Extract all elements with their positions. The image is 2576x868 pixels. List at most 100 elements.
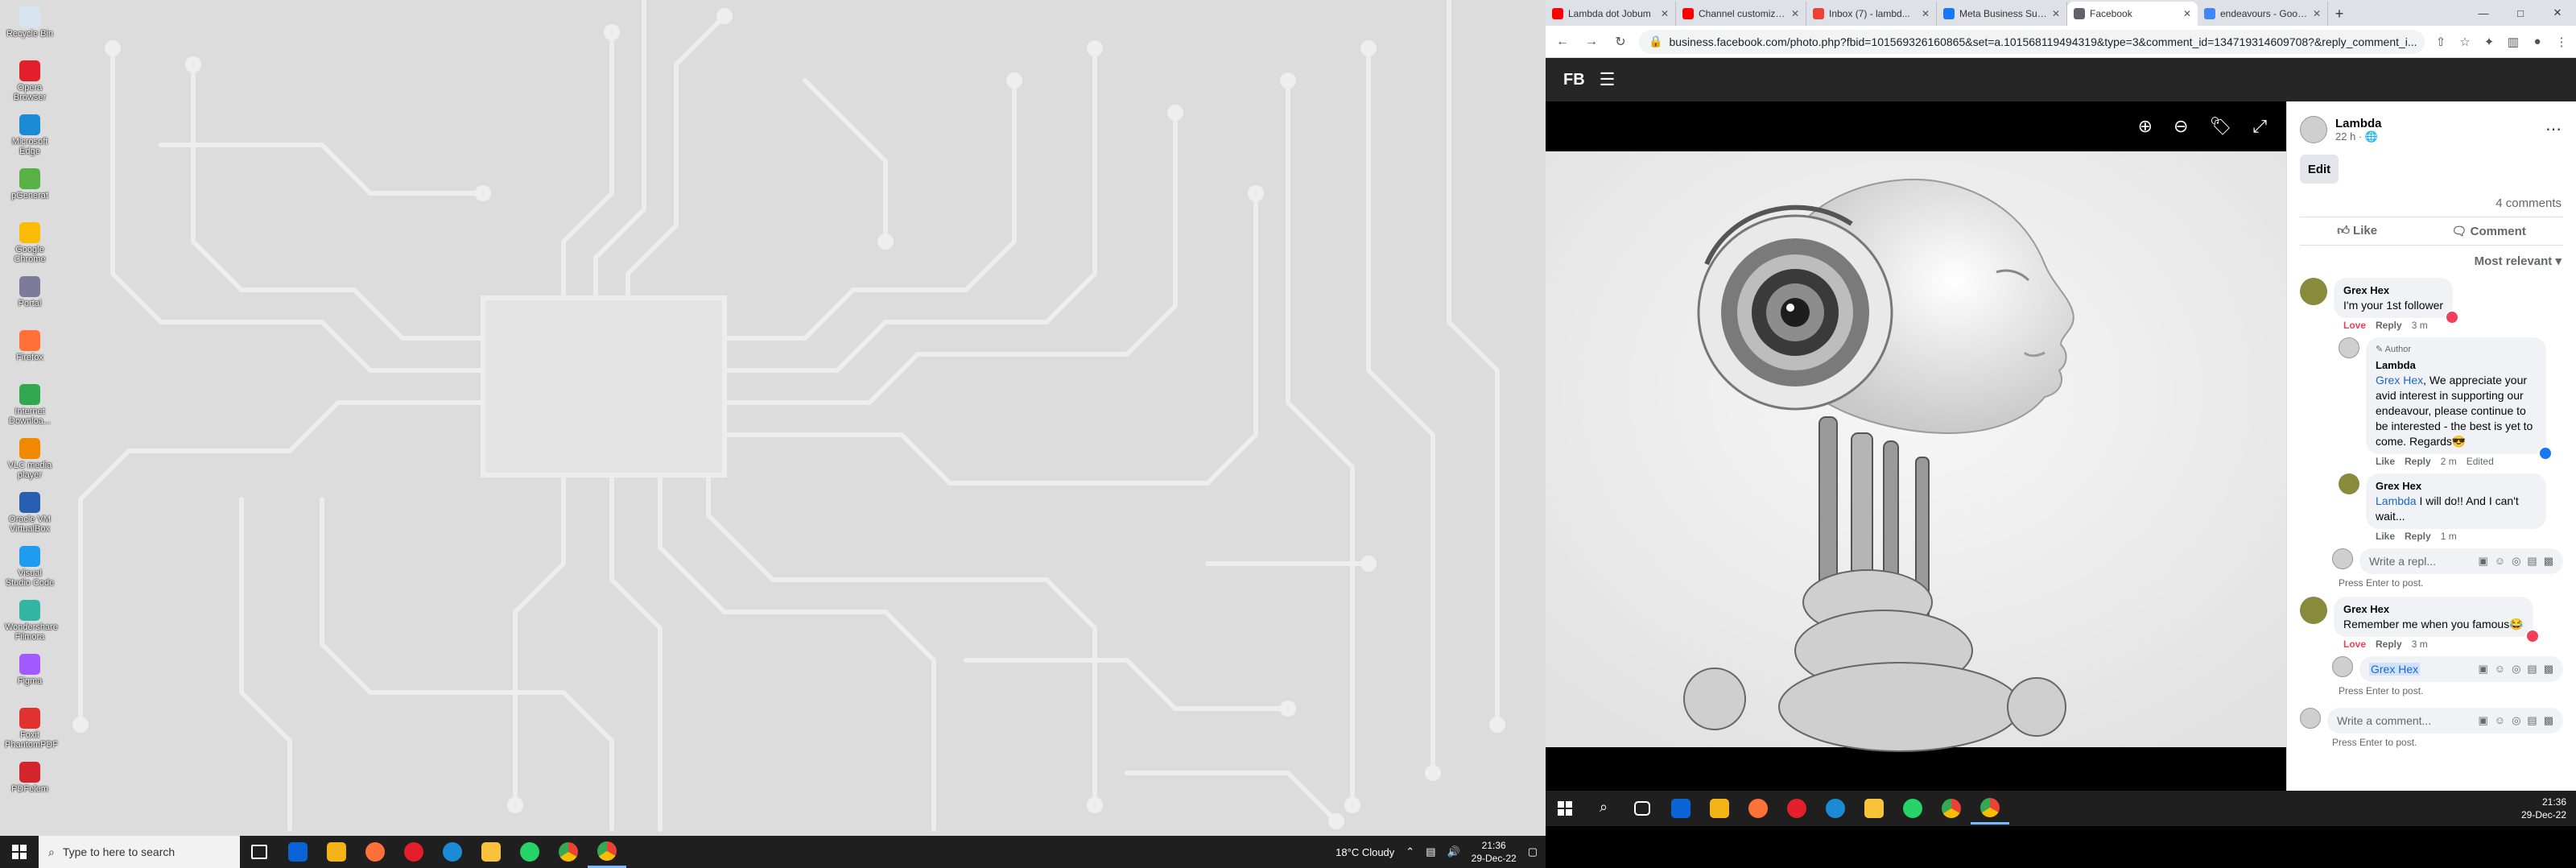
reply-input[interactable]: Write a repl... ▣ ☺ ◎ ▤ ▩	[2359, 548, 2563, 574]
tab-close-icon[interactable]: ✕	[2183, 8, 2191, 19]
taskbar-chrome-2[interactable]	[1971, 792, 2009, 825]
avatar[interactable]	[2339, 473, 2359, 494]
notification-icon[interactable]: ▢	[1528, 845, 1538, 858]
page-name[interactable]: Lambda	[2335, 117, 2382, 130]
browser-tab[interactable]: Channel customiza... ✕	[1676, 2, 1806, 26]
taskbar-opera[interactable]	[394, 836, 433, 868]
desktop-icon[interactable]: Recycle Bin	[5, 6, 55, 39]
love-button[interactable]: Love	[2343, 639, 2366, 650]
desktop-icon[interactable]: pGenerat	[5, 168, 55, 200]
taskbar-explorer[interactable]	[1855, 792, 1893, 825]
reply-button[interactable]: Reply	[2405, 456, 2431, 467]
zoom-out-icon[interactable]: ⊖	[2174, 116, 2188, 137]
chevron-up-icon[interactable]: ⌃	[1406, 845, 1414, 858]
reply-button[interactable]: Reply	[2376, 320, 2402, 331]
tab-close-icon[interactable]: ✕	[2313, 8, 2321, 19]
browser-menu-icon[interactable]: ⋮	[2553, 35, 2570, 49]
taskbar-whatsapp[interactable]	[1893, 792, 1932, 825]
task-view-button[interactable]	[240, 836, 279, 868]
gif-icon[interactable]: ▤	[2527, 714, 2537, 727]
mention-tag[interactable]: Grex Hex	[2369, 663, 2421, 676]
taskbar-clock[interactable]: 21:36 29-Dec-22	[2521, 796, 2576, 821]
desktop-icon[interactable]: Firefox	[5, 330, 55, 362]
browser-tab[interactable]: Inbox (7) - lambd... ✕	[1806, 2, 1937, 26]
start-button[interactable]	[0, 836, 39, 868]
sticker2-icon[interactable]: ▩	[2544, 555, 2553, 568]
taskbar-edge[interactable]	[1816, 792, 1855, 825]
like-reaction-icon[interactable]	[2538, 446, 2553, 461]
avatar[interactable]	[2300, 597, 2327, 624]
task-view-button[interactable]	[1623, 792, 1662, 825]
love-reaction-icon[interactable]	[2524, 629, 2540, 643]
taskbar-clock[interactable]: 21:36 29-Dec-22	[1472, 839, 1517, 865]
extensions-icon[interactable]: ✦	[2481, 35, 2497, 49]
comment-time[interactable]: 3 m	[2412, 320, 2428, 331]
browser-tab[interactable]: endeavours - Goog... ✕	[2198, 2, 2328, 26]
sticker2-icon[interactable]: ▩	[2544, 714, 2553, 727]
browser-tab[interactable]: Lambda dot Jobum ✕	[1546, 2, 1676, 26]
mention-link[interactable]: Grex Hex	[2376, 374, 2423, 386]
taskbar-firefox[interactable]	[356, 836, 394, 868]
zoom-in-icon[interactable]: ⊕	[2138, 116, 2153, 137]
comment-time[interactable]: 3 m	[2412, 639, 2428, 650]
like-button[interactable]: 👍︎ Like	[2337, 224, 2377, 238]
comment-count[interactable]: 4 comments	[2287, 184, 2576, 217]
post-time[interactable]: 22 h · 🌐	[2335, 130, 2382, 143]
taskbar-mail[interactable]	[279, 836, 317, 868]
address-bar[interactable]: 🔒 business.facebook.com/photo.php?fbid=1…	[1639, 29, 2425, 54]
minimize-button[interactable]: —	[2465, 0, 2502, 26]
avatar[interactable]	[2300, 278, 2327, 305]
desktop-icon[interactable]: Microsoft Edge	[5, 114, 55, 156]
camera-icon[interactable]: ◎	[2512, 714, 2520, 727]
forward-button[interactable]: →	[1581, 35, 1602, 49]
like-button[interactable]: Like	[2376, 456, 2395, 467]
mention-link[interactable]: Lambda	[2376, 494, 2417, 507]
like-button[interactable]: Like	[2376, 531, 2395, 542]
desktop-icon[interactable]: Oracle VM VirtualBox	[5, 492, 55, 534]
hamburger-menu-icon[interactable]: ☰	[1600, 69, 1616, 90]
tag-icon[interactable]: 🏷	[2209, 116, 2231, 137]
more-options-icon[interactable]: ⋯	[2545, 119, 2562, 139]
fb-logo[interactable]: FB	[1563, 71, 1585, 89]
comment-author[interactable]: Grex Hex	[2376, 478, 2537, 494]
reply-input[interactable]: Grex Hex ▣ ☺ ◎ ▤ ▩	[2359, 656, 2563, 682]
volume-icon[interactable]: 🔊	[1447, 845, 1459, 858]
desktop-icon[interactable]: Portal	[5, 276, 55, 308]
taskbar-firefox[interactable]	[1739, 792, 1777, 825]
gif-icon[interactable]: ▤	[2527, 663, 2537, 676]
tab-close-icon[interactable]: ✕	[1922, 8, 1930, 19]
sort-dropdown[interactable]: Most relevant ▾	[2287, 246, 2576, 273]
taskbar-opera[interactable]	[1777, 792, 1816, 825]
sticker-icon[interactable]: ▣	[2478, 714, 2487, 727]
sticker-icon[interactable]: ▣	[2478, 555, 2487, 568]
tab-close-icon[interactable]: ✕	[2052, 8, 2060, 19]
weather-status[interactable]: 18°C Cloudy	[1335, 846, 1394, 858]
comment-input[interactable]: Write a comment... ▣ ☺ ◎ ▤ ▩	[2327, 708, 2563, 734]
love-button[interactable]: Love	[2343, 320, 2366, 331]
search-button[interactable]: ⌕	[1584, 792, 1623, 825]
comment-time[interactable]: 2 m	[2441, 456, 2457, 467]
gif-icon[interactable]: ▤	[2527, 555, 2537, 568]
emoji-icon[interactable]: ☺	[2495, 714, 2505, 727]
desktop-icon[interactable]: Google Chrome	[5, 222, 55, 264]
profile-avatar[interactable]: ●	[2529, 35, 2545, 48]
desktop-icon[interactable]: Wondershare Filmora	[5, 600, 58, 642]
avatar[interactable]	[2339, 337, 2359, 358]
taskbar-mail[interactable]	[1662, 792, 1700, 825]
start-button[interactable]	[1546, 792, 1584, 825]
desktop-icon[interactable]: Figma	[5, 654, 55, 686]
desktop-icon[interactable]: VLC media player	[5, 438, 55, 480]
desktop-icon[interactable]: Opera Browser	[5, 60, 55, 102]
browser-tab[interactable]: Facebook ✕	[2067, 2, 2198, 26]
desktop-icon[interactable]: Foxit PhantomPDF	[5, 708, 58, 750]
browser-tab[interactable]: Meta Business Suite ✕	[1937, 2, 2067, 26]
close-button[interactable]: ✕	[2539, 0, 2576, 26]
new-tab-button[interactable]: +	[2328, 2, 2351, 26]
desktop-icon[interactable]: PDFelem	[5, 762, 55, 794]
taskbar-chrome-1[interactable]	[549, 836, 588, 868]
tab-close-icon[interactable]: ✕	[1791, 8, 1799, 19]
sticker2-icon[interactable]: ▩	[2544, 663, 2553, 676]
bookmark-star-icon[interactable]: ☆	[2457, 35, 2473, 49]
taskbar-search[interactable]: ⌕ Type to here to search	[39, 836, 240, 868]
edit-button[interactable]: Edit	[2300, 155, 2339, 184]
